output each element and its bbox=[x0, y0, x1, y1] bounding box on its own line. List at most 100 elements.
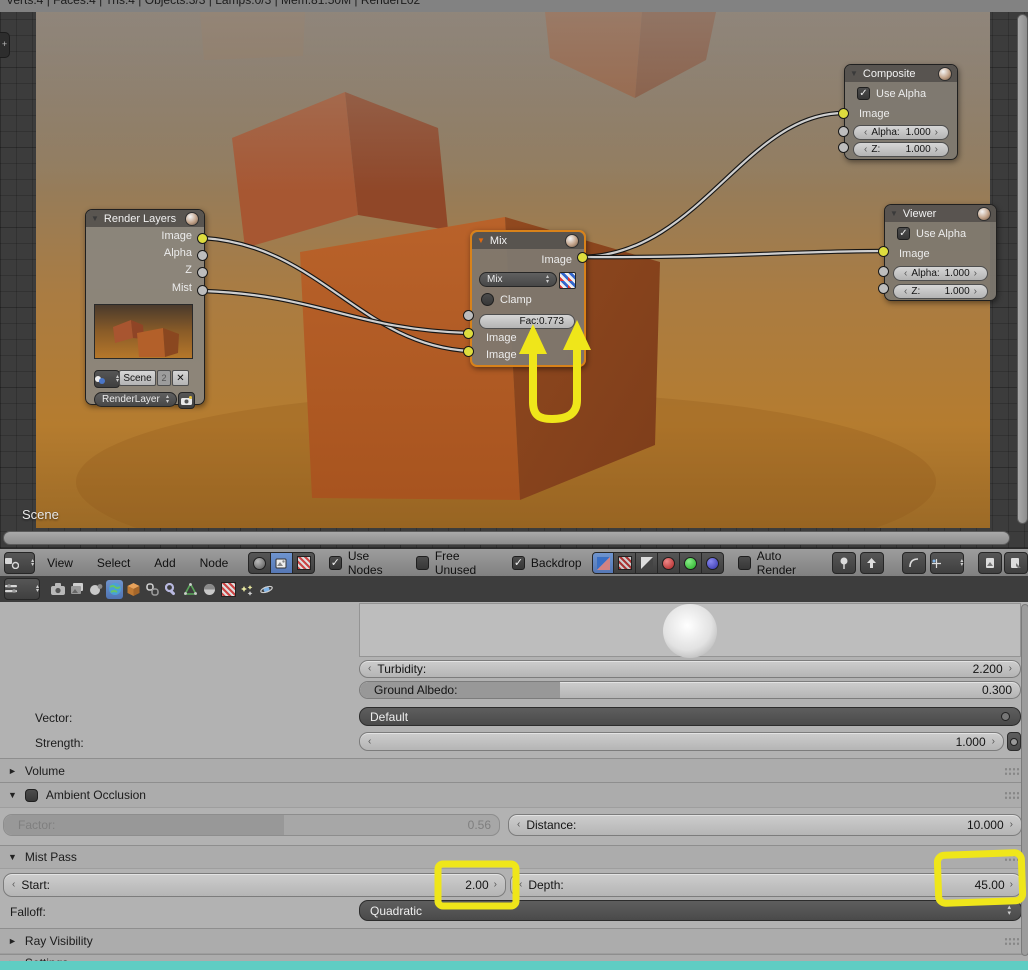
socket-composite-image-in[interactable] bbox=[838, 108, 849, 119]
socket-mix-image-out[interactable] bbox=[577, 252, 588, 263]
mist-depth-field[interactable]: ‹ Depth: 45.00 › bbox=[510, 873, 1022, 897]
free-unused-checkbox[interactable] bbox=[415, 556, 429, 570]
panel-mist-pass[interactable]: ▼ Mist Pass bbox=[0, 845, 1028, 869]
panel-ambient-occlusion[interactable]: ▼ Ambient Occlusion bbox=[0, 782, 1028, 808]
auto-render-checkbox[interactable] bbox=[737, 556, 751, 570]
parent-node-tree-button[interactable] bbox=[859, 552, 884, 574]
expand-triangle-icon[interactable]: ► bbox=[8, 936, 17, 946]
node-viewer-header[interactable]: ▼ Viewer bbox=[885, 205, 996, 222]
panel-grip-icon[interactable] bbox=[1004, 937, 1020, 946]
shader-nodes-button[interactable] bbox=[249, 553, 272, 573]
paste-button[interactable] bbox=[1004, 552, 1028, 574]
scene-name-field[interactable]: Scene bbox=[119, 370, 156, 386]
collapse-triangle-icon[interactable]: ▼ bbox=[91, 214, 99, 223]
alpha-field[interactable]: ‹ Alpha: 1.000 › bbox=[853, 125, 949, 140]
red-channel-button[interactable] bbox=[658, 553, 681, 573]
alpha-field[interactable]: ‹ Alpha: 1.000 › bbox=[893, 266, 988, 281]
node-render-layers[interactable]: ▼ Render Layers Image Alpha Z Mist ▴ ▾ S… bbox=[85, 209, 205, 409]
scene-unlink-button[interactable]: ✕ bbox=[172, 370, 189, 386]
vector-select[interactable]: Default bbox=[359, 707, 1021, 726]
node-mix-header[interactable]: ▼ Mix bbox=[472, 232, 584, 249]
collapse-triangle-icon[interactable]: ▼ bbox=[477, 236, 485, 245]
socket-viewer-alpha-in[interactable] bbox=[878, 266, 889, 277]
ao-factor-slider[interactable]: Factor: 0.56 bbox=[3, 814, 500, 836]
socket-mix-fac-in[interactable] bbox=[463, 310, 474, 321]
panel-grip-icon[interactable] bbox=[1004, 853, 1020, 862]
panel-grip-icon[interactable] bbox=[1004, 767, 1020, 776]
socket-mix-image2-in[interactable] bbox=[463, 346, 474, 357]
collapse-triangle-icon[interactable]: ▼ bbox=[850, 69, 858, 78]
panel-ray-visibility[interactable]: ► Ray Visibility bbox=[0, 928, 1028, 954]
node-viewer[interactable]: ▼ Viewer ✓ Use Alpha Image ‹ Alpha: 1.00… bbox=[884, 204, 997, 301]
socket-composite-z-in[interactable] bbox=[838, 142, 849, 153]
socket-rl-mist-out[interactable] bbox=[197, 285, 208, 296]
socket-viewer-z-in[interactable] bbox=[878, 283, 889, 294]
blue-channel-button[interactable] bbox=[702, 553, 723, 573]
tab-render[interactable] bbox=[49, 580, 66, 599]
copy-button[interactable] bbox=[978, 552, 1003, 574]
properties-scrollbar[interactable] bbox=[1021, 604, 1028, 956]
render-camera-button[interactable] bbox=[178, 392, 195, 409]
snap-button[interactable]: ▴ ▾ bbox=[929, 552, 965, 574]
tab-constraints[interactable] bbox=[144, 580, 161, 599]
pin-button[interactable] bbox=[832, 552, 856, 574]
tab-scene[interactable] bbox=[87, 580, 104, 599]
collapse-triangle-icon[interactable]: ▼ bbox=[8, 790, 17, 800]
color-alpha-button[interactable] bbox=[592, 553, 615, 573]
menu-node[interactable]: Node bbox=[188, 556, 241, 570]
backdrop-checkbox[interactable]: ✓ bbox=[511, 556, 525, 570]
ao-enable-checkbox[interactable] bbox=[24, 788, 38, 802]
node-render-layers-header[interactable]: ▼ Render Layers bbox=[86, 210, 204, 227]
panel-volume[interactable]: ► Volume bbox=[0, 758, 1028, 784]
tab-physics[interactable] bbox=[258, 580, 275, 599]
editor-type-button[interactable]: ▴ ▾ bbox=[4, 578, 40, 600]
expand-triangle-icon[interactable]: ► bbox=[8, 766, 17, 776]
use-nodes-checkbox[interactable]: ✓ bbox=[328, 556, 342, 570]
tab-material[interactable] bbox=[201, 580, 218, 599]
collapse-triangle-icon[interactable]: ▼ bbox=[890, 209, 898, 218]
fac-slider[interactable]: Fac: 0.773 bbox=[479, 314, 575, 329]
z-buffer-button[interactable] bbox=[636, 553, 659, 573]
socket-rl-image-out[interactable] bbox=[197, 233, 208, 244]
socket-rl-alpha-out[interactable] bbox=[197, 250, 208, 261]
tab-modifiers[interactable] bbox=[163, 580, 180, 599]
turbidity-field[interactable]: ‹ Turbidity: 2.200 › bbox=[359, 660, 1021, 678]
node-composite-header[interactable]: ▼ Composite bbox=[845, 65, 957, 82]
use-alpha-checkbox[interactable]: ✓ bbox=[897, 227, 910, 240]
proportional-edit-button[interactable] bbox=[901, 552, 926, 574]
blend-mode-select[interactable]: Mix ▴ ▾ bbox=[479, 272, 557, 287]
menu-view[interactable]: View bbox=[35, 556, 85, 570]
z-field[interactable]: ‹ Z: 1.000 › bbox=[853, 142, 949, 157]
socket-rl-z-out[interactable] bbox=[197, 267, 208, 278]
ao-distance-field[interactable]: ‹ Distance: 10.000 › bbox=[508, 814, 1022, 836]
green-channel-button[interactable] bbox=[680, 553, 702, 573]
render-layer-select[interactable]: RenderLayer ▴ ▾ bbox=[94, 392, 177, 407]
tab-object-data[interactable] bbox=[182, 580, 199, 599]
z-field[interactable]: ‹ Z: 1.000 › bbox=[893, 284, 988, 299]
tab-particles[interactable] bbox=[239, 580, 256, 599]
socket-mix-image1-in[interactable] bbox=[463, 328, 474, 339]
alpha-button[interactable] bbox=[614, 553, 637, 573]
use-alpha-checkbox[interactable]: ✓ bbox=[857, 87, 870, 100]
tab-world[interactable] bbox=[106, 579, 123, 599]
clamp-checkbox[interactable] bbox=[481, 293, 494, 306]
texture-nodes-button[interactable] bbox=[293, 553, 314, 573]
tab-object[interactable] bbox=[125, 580, 142, 599]
socket-viewer-image-in[interactable] bbox=[878, 246, 889, 257]
animate-dot-icon[interactable] bbox=[1001, 712, 1010, 721]
falloff-select[interactable]: Quadratic ▴ ▾ bbox=[359, 900, 1022, 921]
editor-type-button[interactable]: ▴ ▾ bbox=[4, 552, 36, 574]
compositing-nodes-button[interactable] bbox=[271, 553, 294, 573]
socket-composite-alpha-in[interactable] bbox=[838, 126, 849, 137]
scene-browse-button[interactable]: ▴ ▾ bbox=[94, 370, 120, 388]
node-mix[interactable]: ▼ Mix Image Mix ▴ ▾ Clamp Fac: 0.773 Imag… bbox=[470, 230, 586, 367]
tab-render-layers[interactable] bbox=[68, 580, 85, 599]
menu-add[interactable]: Add bbox=[142, 556, 187, 570]
mist-start-field[interactable]: ‹ Start: 2.00 › bbox=[3, 873, 506, 897]
ground-albedo-slider[interactable]: Ground Albedo: 0.300 bbox=[359, 681, 1021, 699]
node-editor[interactable]: + ▼ Render Layers Image Alpha Z Mist ▴ ▾… bbox=[0, 12, 1028, 548]
panel-grip-icon[interactable] bbox=[1004, 791, 1020, 800]
tab-texture[interactable] bbox=[220, 580, 237, 599]
strength-field[interactable]: ‹ 1.000 › bbox=[359, 732, 1004, 751]
image-swatch-button[interactable] bbox=[559, 272, 576, 289]
